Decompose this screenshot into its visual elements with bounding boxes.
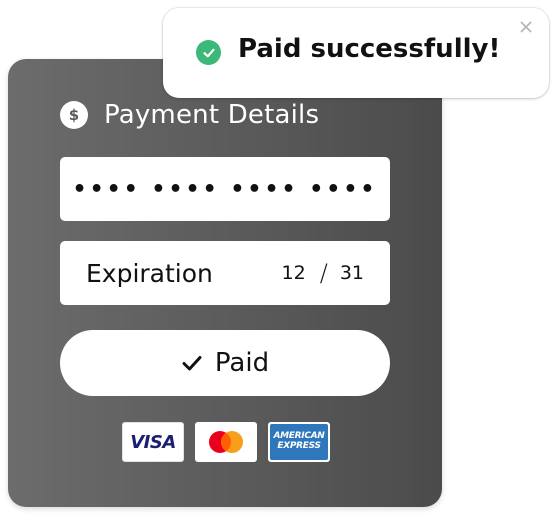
expiration-month[interactable]: 12 [282,262,306,284]
stage: $ Payment Details •••• •••• •••• •••• Ex… [0,0,556,515]
amex-line2: EXPRESS [277,441,321,451]
close-icon[interactable] [517,18,535,36]
card-brands: VISA AMERICAN EXPRESS [122,422,330,462]
toast-message: Paid successfully! [238,34,501,64]
mastercard-logo [195,422,257,462]
paid-button[interactable]: Paid [60,330,390,396]
expiration-value: 12 / 31 [282,259,364,287]
card-number-value: •••• •••• •••• •••• [72,176,378,202]
dollar-icon: $ [60,101,88,129]
visa-text: VISA [130,431,176,453]
expiration-label: Expiration [86,258,213,288]
expiration-separator: / [319,259,328,287]
card-title: Payment Details [104,100,320,130]
check-icon [181,352,203,374]
card-header: $ Payment Details [60,97,319,133]
expiration-field[interactable]: Expiration 12 / 31 [60,241,390,305]
card-number-field[interactable]: •••• •••• •••• •••• [60,157,390,221]
payment-card: $ Payment Details •••• •••• •••• •••• Ex… [8,59,442,507]
amex-logo: AMERICAN EXPRESS [268,422,330,462]
visa-logo: VISA [122,422,184,462]
paid-button-label: Paid [214,348,270,378]
check-circle-icon [196,40,221,65]
success-toast: Paid successfully! [163,8,549,98]
expiration-year[interactable]: 31 [340,262,364,284]
